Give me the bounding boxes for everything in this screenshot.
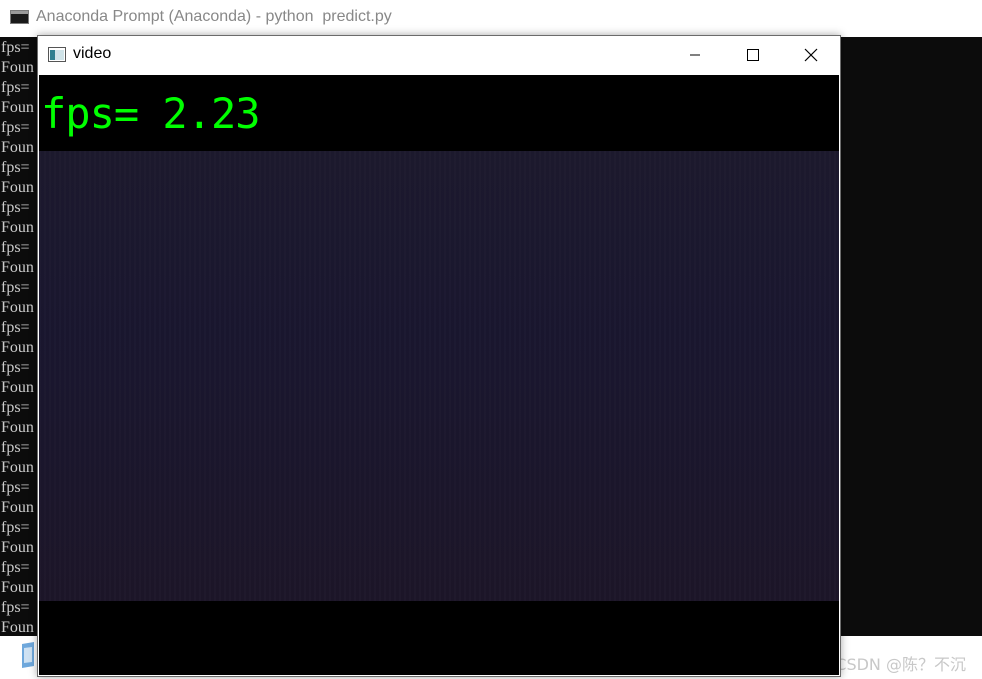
console-title: Anaconda Prompt (Anaconda) - python pred… <box>36 8 392 25</box>
console-line: fps= <box>1 479 30 496</box>
minimize-icon <box>690 54 700 56</box>
console-line: fps= <box>1 399 30 416</box>
console-line: Foun <box>1 99 34 116</box>
console-titlebar[interactable]: Anaconda Prompt (Anaconda) - python pred… <box>0 0 982 37</box>
console-line: Foun <box>1 219 34 236</box>
console-lines: fps= Foun fps= Foun fps= Foun fps= Foun fps= Foun… <box>1 38 34 636</box>
console-icon <box>10 10 29 24</box>
watermark: CSDN @陈？不沉 <box>835 655 966 674</box>
console-line: Foun <box>1 579 34 596</box>
console-line: Foun <box>1 299 34 316</box>
console-line: Foun <box>1 499 34 516</box>
minimize-button[interactable] <box>666 36 724 74</box>
console-line: fps= <box>1 439 30 456</box>
maximize-button[interactable] <box>724 36 782 74</box>
camera-image <box>39 151 839 601</box>
console-line: Foun <box>1 339 34 356</box>
console-line: fps= <box>1 359 30 376</box>
console-line: fps= <box>1 599 30 616</box>
console-line: Foun <box>1 139 34 156</box>
console-line: fps= <box>1 199 30 216</box>
console-line: fps= <box>1 559 30 576</box>
video-window[interactable]: video fps= 2.23 <box>37 35 841 677</box>
console-line: Foun <box>1 619 34 636</box>
fps-overlay-text: fps= 2.23 <box>41 89 261 138</box>
console-line: Foun <box>1 259 34 276</box>
console-line: fps= <box>1 159 30 176</box>
video-frame: fps= 2.23 <box>39 75 839 675</box>
console-line: Foun <box>1 179 34 196</box>
console-scroll-area <box>840 37 982 636</box>
console-line: fps= <box>1 39 30 56</box>
console-line: fps= <box>1 239 30 256</box>
console-line: Foun <box>1 379 34 396</box>
video-window-titlebar[interactable]: video <box>38 36 840 74</box>
maximize-icon <box>747 49 759 61</box>
console-line: fps= <box>1 119 30 136</box>
console-line: Foun <box>1 419 34 436</box>
console-line: Foun <box>1 459 34 476</box>
console-line: fps= <box>1 319 30 336</box>
desktop: Anaconda Prompt (Anaconda) - python pred… <box>0 0 982 679</box>
video-window-title: video <box>73 45 112 62</box>
close-button[interactable] <box>782 36 840 74</box>
video-window-icon <box>48 47 66 62</box>
console-line: Foun <box>1 539 34 556</box>
console-line: Foun <box>1 59 34 76</box>
close-icon <box>804 48 818 62</box>
console-line: fps= <box>1 79 30 96</box>
console-line: fps= <box>1 279 30 296</box>
taskbar-app-icon[interactable] <box>20 642 36 668</box>
console-line: fps= <box>1 519 30 536</box>
frame-letterbox-bottom <box>39 601 839 675</box>
